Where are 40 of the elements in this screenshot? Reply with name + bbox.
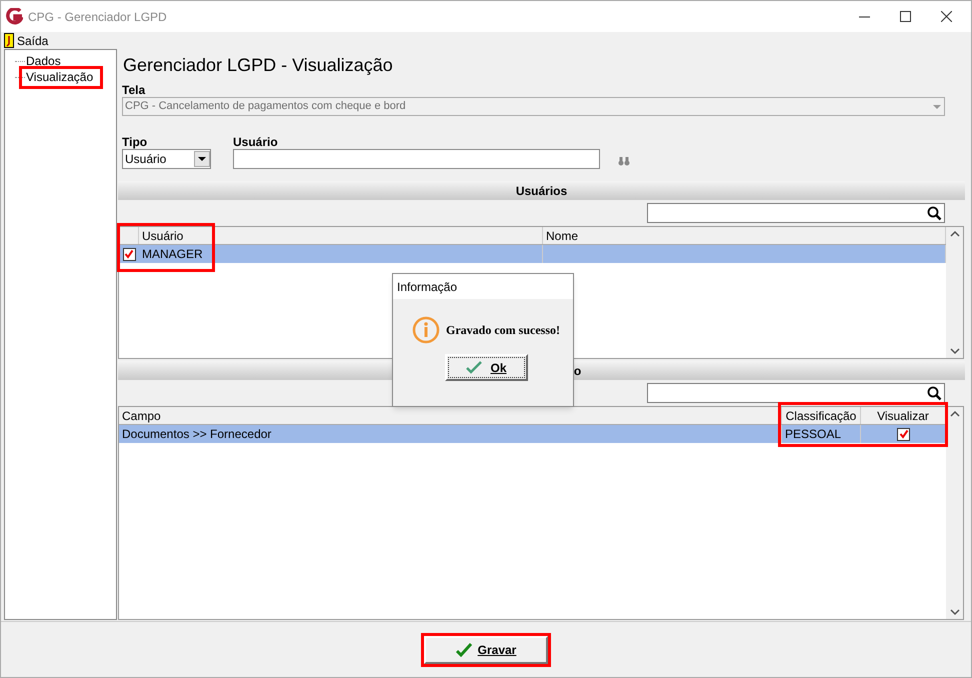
field-label: Usuário [233, 134, 279, 149]
menu-item[interactable]: Saída [4, 32, 48, 50]
search-icon [927, 386, 942, 400]
tree-item[interactable]: Visualização [25, 68, 94, 86]
table-row[interactable]: MANAGER [119, 245, 946, 263]
binoculars-icon[interactable] [618, 156, 630, 166]
exit-door-icon [4, 33, 14, 48]
ok-button[interactable]: Ok [445, 354, 528, 381]
checkbox[interactable] [122, 248, 136, 260]
search-field[interactable] [647, 203, 945, 223]
section-title: Usuários [516, 182, 568, 200]
search-field[interactable] [647, 383, 945, 403]
table-cell: MANAGER [139, 245, 543, 263]
save-button[interactable]: Gravar [424, 636, 548, 664]
column-header[interactable]: Classificação [782, 407, 861, 424]
type-dropdown[interactable]: Usuário [122, 149, 211, 169]
dialog-message: Gravado com sucesso! [446, 322, 560, 339]
column-header[interactable]: Visualizar [861, 407, 946, 424]
page-heading: Gerenciador LGPD - Visualização [123, 54, 394, 77]
checkmark-icon [456, 642, 472, 656]
app-logo-icon [6, 8, 23, 25]
section-title: o [574, 362, 582, 380]
checkmark-icon [466, 361, 482, 374]
table-row[interactable]: Documentos >> Fornecedor PESSOAL [119, 425, 946, 443]
user-input[interactable] [233, 149, 600, 169]
checkbox[interactable] [897, 428, 910, 440]
scrollbar[interactable] [946, 227, 963, 358]
tree-item[interactable]: Dados [25, 52, 62, 70]
info-icon [412, 316, 440, 344]
column-header[interactable]: Usuário [139, 227, 543, 244]
table-cell: PESSOAL [782, 425, 861, 443]
table-cell: Documentos >> Fornecedor [119, 425, 782, 443]
window-title: CPG - Gerenciador LGPD [28, 8, 167, 26]
field-label: Tipo [122, 134, 148, 149]
close-icon[interactable] [941, 11, 952, 22]
field-label: Tela [122, 82, 146, 97]
search-icon [927, 206, 942, 220]
maximize-icon[interactable] [900, 11, 911, 22]
scrollbar[interactable] [946, 407, 963, 619]
dialog-title: Informação [397, 278, 458, 296]
